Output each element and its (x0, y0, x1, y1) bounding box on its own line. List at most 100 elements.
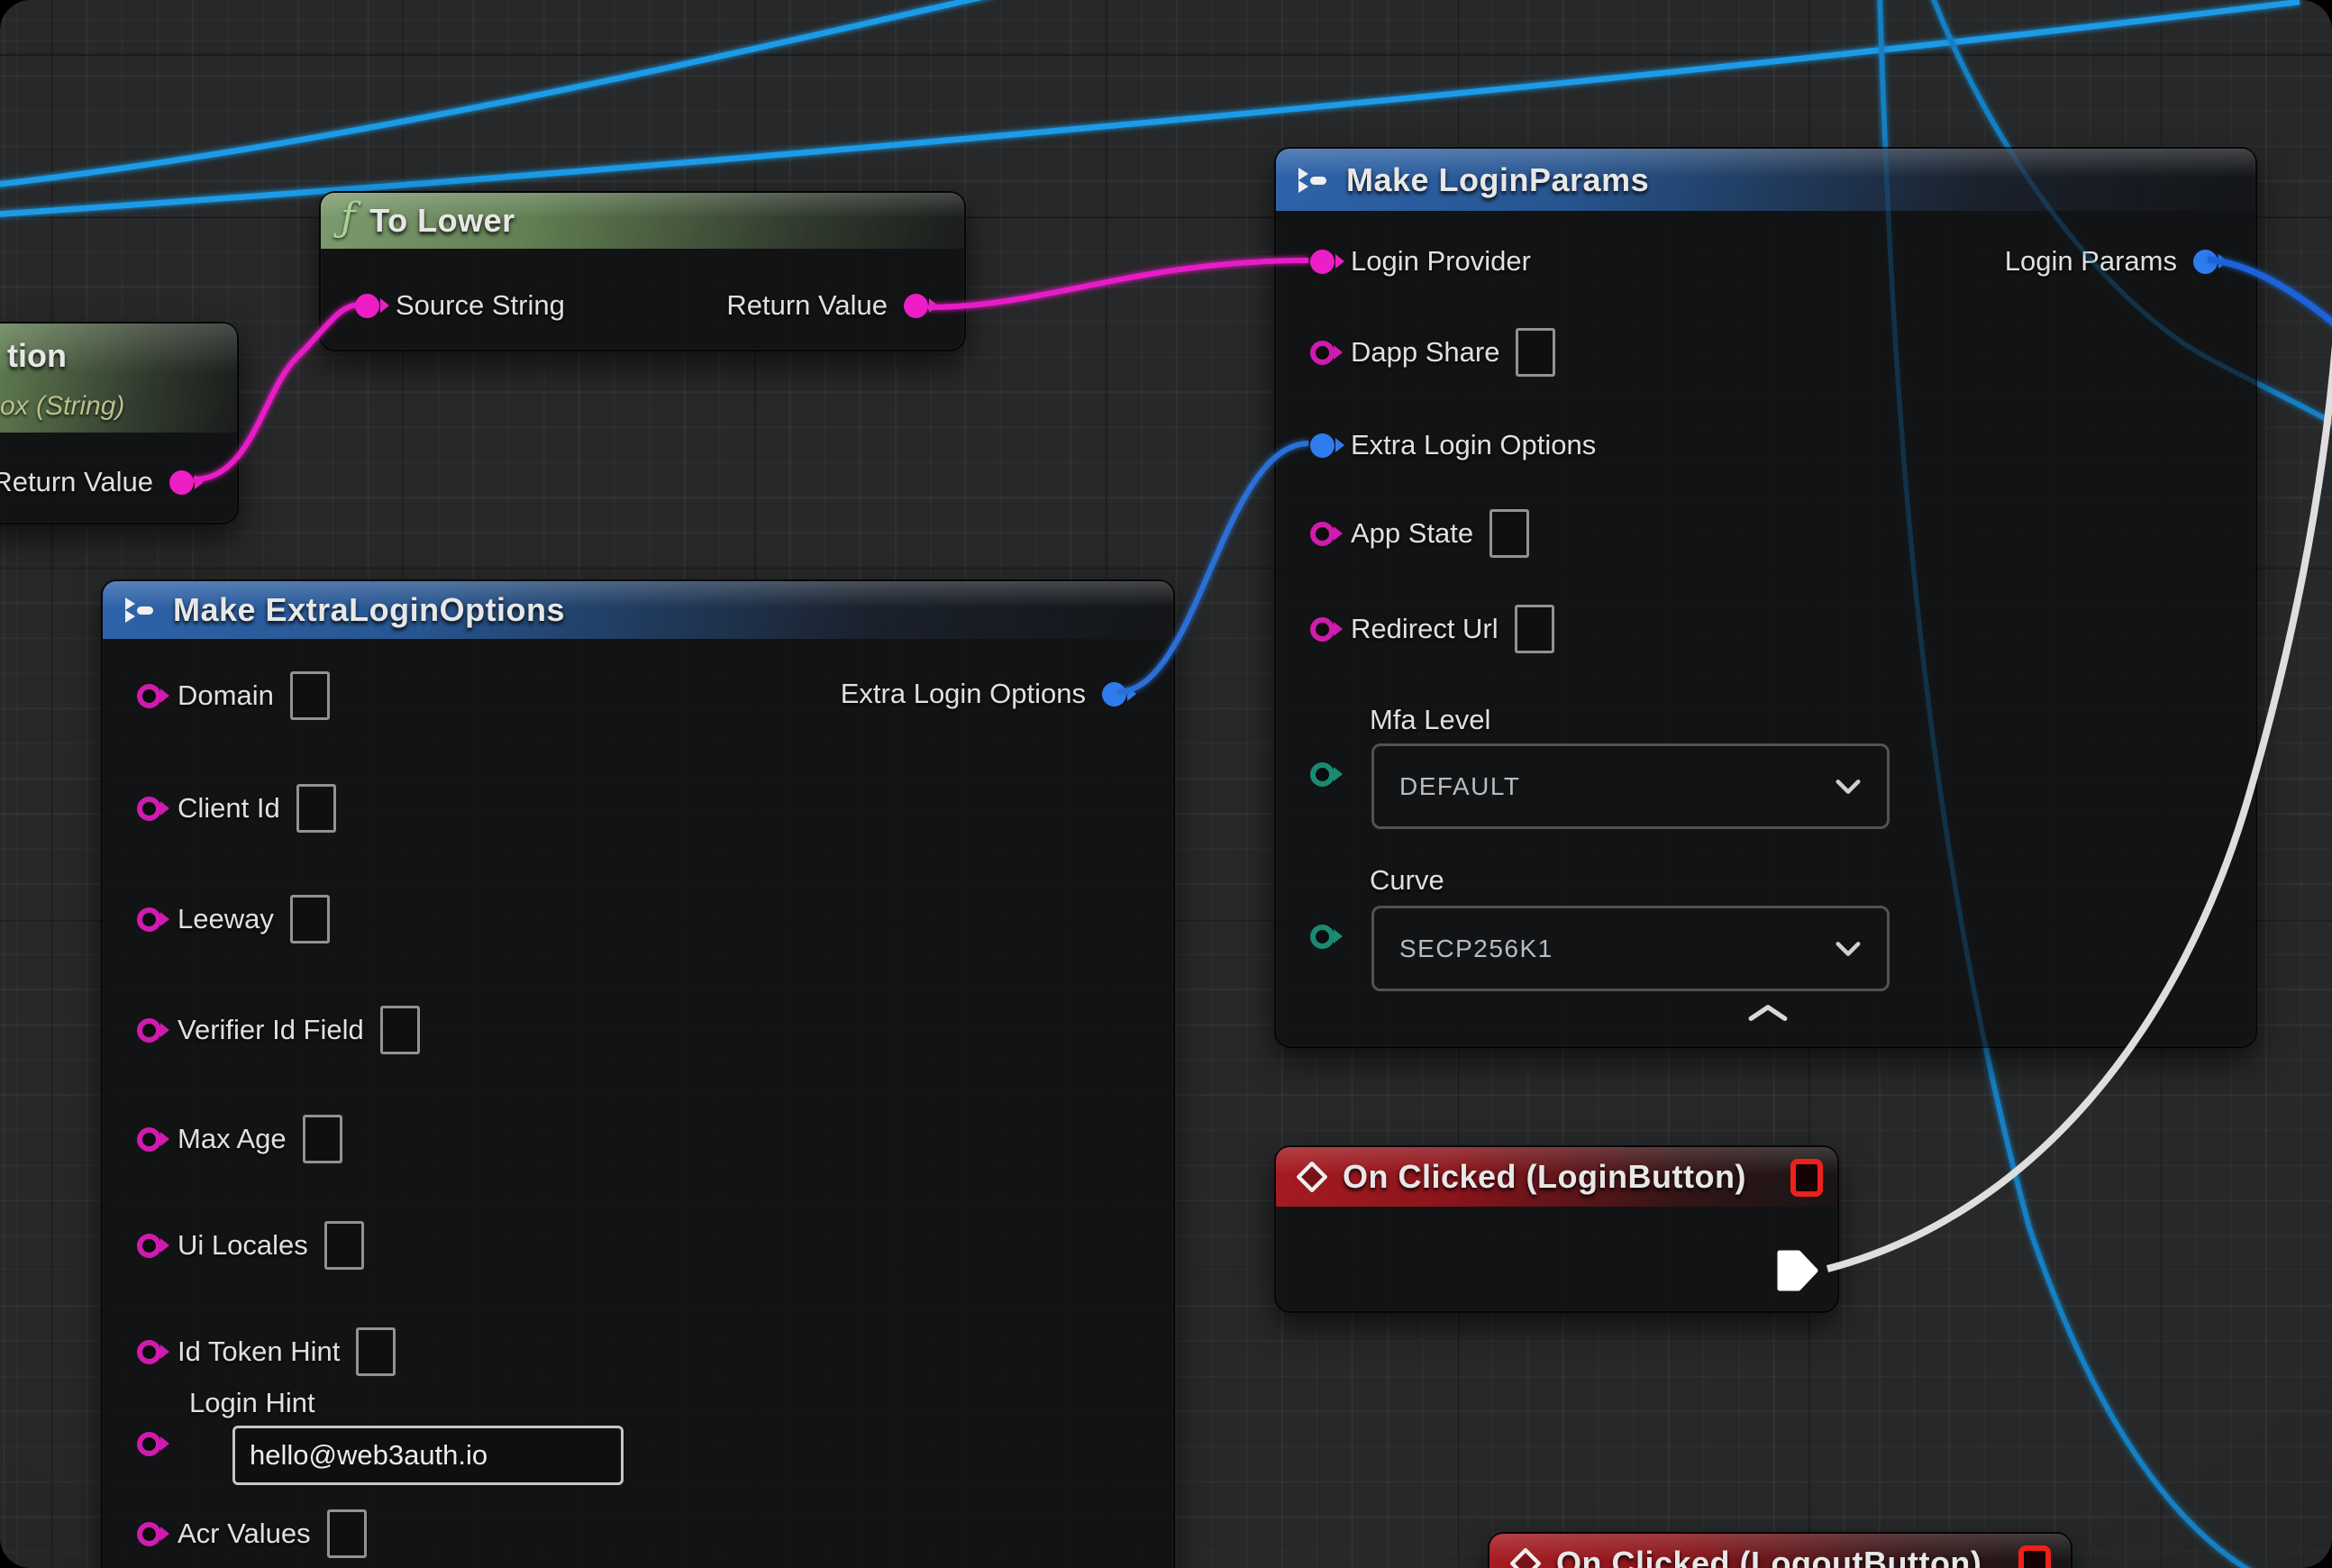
ui-locales-label: Ui Locales (178, 1229, 308, 1262)
node-on-clicked-logout-button[interactable]: On Clicked (LogoutButton) (1488, 1532, 2072, 1568)
event-diamond-icon (1296, 1161, 1328, 1193)
acr-values-row: Acr Values (137, 1505, 367, 1563)
leeway-checkbox[interactable] (290, 895, 330, 944)
redirect-url-row: Redirect Url (1310, 600, 1554, 658)
node-make-login-params-header[interactable]: Make LoginParams (1276, 149, 2255, 211)
domain-checkbox[interactable] (290, 671, 330, 720)
node-on-clicked-logout-header[interactable]: On Clicked (LogoutButton) (1489, 1534, 2071, 1568)
ui-locales-checkbox[interactable] (324, 1221, 364, 1270)
leeway-label: Leeway (178, 903, 274, 935)
node-make-extra-header[interactable]: Make ExtraLoginOptions (103, 581, 1173, 639)
id-token-hint-pin[interactable] (137, 1340, 161, 1364)
login-provider-pin[interactable] (1310, 250, 1335, 274)
node-string-source-subtitle: ox (String) (0, 391, 124, 422)
mfa-level-value: DEFAULT (1399, 772, 1520, 801)
node-make-extra-title: Make ExtraLoginOptions (173, 591, 565, 629)
acr-values-pin[interactable] (137, 1522, 161, 1546)
ui-locales-pin[interactable] (137, 1234, 161, 1258)
login-hint-pin[interactable] (137, 1432, 161, 1456)
node-string-source-title: tion (7, 337, 67, 375)
node-make-login-params-title: Make LoginParams (1346, 161, 1649, 199)
extra-login-options-input-label: Extra Login Options (1351, 429, 1596, 461)
to-lower-return-label: Return Value (726, 289, 888, 322)
node-on-clicked-login-button[interactable]: On Clicked (LoginButton) (1274, 1145, 1839, 1313)
curve-pin-row (1310, 907, 1335, 965)
curve-value: SECP256K1 (1399, 934, 1553, 963)
to-lower-return-pin[interactable] (904, 294, 928, 318)
app-state-checkbox[interactable] (1489, 509, 1529, 558)
extra-login-options-input-row: Extra Login Options (1310, 416, 1596, 474)
app-state-label: App State (1351, 517, 1473, 550)
max-age-label: Max Age (178, 1123, 287, 1155)
redirect-url-pin[interactable] (1310, 617, 1335, 642)
node-on-clicked-login-header[interactable]: On Clicked (LoginButton) (1276, 1147, 1837, 1207)
dapp-share-label: Dapp Share (1351, 336, 1499, 369)
acr-values-checkbox[interactable] (327, 1509, 367, 1558)
login-hint-input[interactable]: hello@web3auth.io (232, 1426, 624, 1485)
node-make-extra-login-options[interactable]: Make ExtraLoginOptions Extra Login Optio… (101, 579, 1175, 1568)
redirect-url-checkbox[interactable] (1515, 605, 1554, 653)
login-provider-row: Login Provider (1310, 232, 1531, 290)
extra-login-options-output-label: Extra Login Options (841, 678, 1086, 710)
verifier-id-field-pin[interactable] (137, 1018, 161, 1043)
chevron-down-icon (1835, 941, 1862, 957)
ui-locales-row: Ui Locales (137, 1217, 364, 1274)
wire-pink-tolower-to-provider[interactable] (928, 260, 1308, 307)
login-hint-pin-row (137, 1415, 161, 1472)
extra-login-options-input-pin[interactable] (1310, 433, 1335, 458)
domain-row: Domain (137, 667, 330, 725)
mfa-level-label: Mfa Level (1370, 704, 1490, 736)
domain-label: Domain (178, 679, 274, 712)
acr-values-label: Acr Values (178, 1518, 311, 1550)
login-hint-label: Login Hint (189, 1387, 315, 1419)
mfa-level-dropdown[interactable]: DEFAULT (1371, 743, 1890, 829)
to-lower-return-row: Return Value (726, 277, 928, 334)
make-struct-icon (1296, 166, 1332, 195)
curve-pin[interactable] (1310, 925, 1335, 949)
event-reference-badge (2018, 1545, 2051, 1568)
dapp-share-checkbox[interactable] (1516, 328, 1555, 377)
dapp-share-row: Dapp Share (1310, 324, 1555, 381)
event-diamond-icon (1509, 1547, 1542, 1568)
return-value-output-row: Return Value (0, 453, 194, 511)
client-id-checkbox[interactable] (296, 784, 336, 833)
login-provider-label: Login Provider (1351, 245, 1531, 278)
verifier-id-field-checkbox[interactable] (380, 1006, 420, 1054)
node-to-lower-header[interactable]: ƒ To Lower (321, 193, 964, 249)
node-string-source[interactable]: tion ox (String) Return Value (0, 322, 239, 524)
client-id-row: Client Id (137, 779, 336, 837)
leeway-pin[interactable] (137, 907, 161, 932)
dapp-share-pin[interactable] (1310, 341, 1335, 365)
id-token-hint-label: Id Token Hint (178, 1336, 340, 1368)
source-string-row: Source String (355, 277, 565, 334)
client-id-pin[interactable] (137, 797, 161, 821)
extra-login-options-output-row: Extra Login Options (841, 665, 1126, 723)
blueprint-editor: tion ox (String) Return Value ƒ To Lower… (0, 0, 2332, 1568)
id-token-hint-row: Id Token Hint (137, 1323, 396, 1381)
node-on-clicked-login-title: On Clicked (LoginButton) (1343, 1158, 1746, 1196)
graph-canvas[interactable]: tion ox (String) Return Value ƒ To Lower… (0, 0, 2332, 1568)
mfa-level-pin-row (1310, 745, 1335, 803)
mfa-level-pin[interactable] (1310, 762, 1335, 787)
app-state-pin[interactable] (1310, 522, 1335, 546)
client-id-label: Client Id (178, 792, 280, 825)
leeway-row: Leeway (137, 890, 330, 948)
max-age-checkbox[interactable] (303, 1115, 342, 1163)
wire-cyan-top-left[interactable] (0, 0, 993, 185)
event-reference-badge (1790, 1159, 1823, 1197)
max-age-pin[interactable] (137, 1127, 161, 1152)
exec-output-pin[interactable] (1776, 1249, 1819, 1292)
domain-pin[interactable] (137, 684, 161, 708)
return-value-pin[interactable] (169, 470, 194, 495)
node-to-lower[interactable]: ƒ To Lower Source String Return Value (319, 191, 966, 351)
id-token-hint-checkbox[interactable] (356, 1327, 396, 1376)
max-age-row: Max Age (137, 1110, 342, 1168)
curve-label: Curve (1370, 864, 1444, 897)
node-to-lower-title: To Lower (369, 202, 515, 240)
curve-dropdown[interactable]: SECP256K1 (1371, 906, 1890, 991)
node-on-clicked-logout-title: On Clicked (LogoutButton) (1556, 1545, 1981, 1568)
redirect-url-label: Redirect Url (1351, 613, 1498, 645)
return-value-label: Return Value (0, 466, 153, 498)
collapse-chevron-icon[interactable] (1747, 1003, 1789, 1023)
source-string-label: Source String (396, 289, 565, 322)
